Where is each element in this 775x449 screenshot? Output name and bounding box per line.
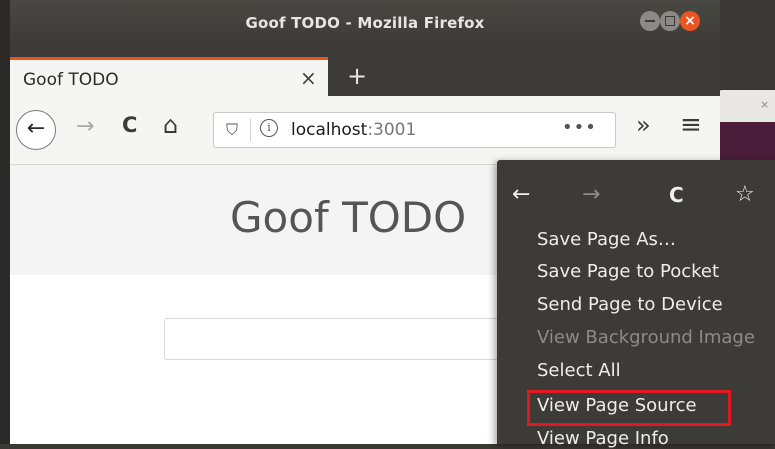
menu-item-save-to-pocket[interactable]: Save Page to Pocket	[537, 261, 719, 282]
home-button[interactable]: ⌂	[163, 111, 178, 139]
menu-item-view-background-image: View Background Image	[537, 327, 755, 348]
url-host: localhost	[291, 120, 368, 140]
title-bar[interactable]: Goof TODO - Mozilla Firefox ×	[10, 0, 720, 44]
context-bookmark-star-icon[interactable]: ☆	[735, 182, 755, 207]
tracking-protection-shield-icon[interactable]: ⛉	[226, 120, 238, 140]
minimize-button[interactable]	[640, 11, 660, 31]
hamburger-menu-button[interactable]: ≡	[680, 110, 702, 140]
overflow-menu-button[interactable]: »	[636, 111, 651, 139]
tab-label: Goof TODO	[23, 70, 119, 90]
view-page-source-highlight	[527, 390, 731, 426]
page-actions-menu-icon[interactable]: •••	[562, 117, 597, 138]
menu-item-send-to-device[interactable]: Send Page to Device	[537, 294, 723, 315]
menu-item-view-page-info[interactable]: View Page Info	[537, 428, 669, 449]
new-tab-button[interactable]: +	[347, 62, 367, 90]
url-port: :3001	[367, 120, 417, 140]
url-bar[interactable]: ⛉ i localhost:3001 •••	[213, 112, 616, 148]
menu-item-select-all[interactable]: Select All	[537, 360, 621, 381]
tab-strip: Goof TODO × +	[10, 44, 720, 96]
navigation-toolbar: ← → C ⌂ ⛉ i localhost:3001 ••• » ≡	[10, 96, 720, 165]
context-back-icon[interactable]: ←	[512, 182, 530, 207]
window-title: Goof TODO - Mozilla Firefox	[245, 14, 485, 32]
menu-item-save-page-as[interactable]: Save Page As…	[537, 229, 676, 250]
url-bar-divider	[250, 119, 251, 141]
reload-button[interactable]: C	[122, 113, 137, 137]
context-forward-icon[interactable]: →	[582, 182, 600, 207]
maximize-button[interactable]	[660, 11, 680, 31]
tab-close-icon[interactable]: ×	[300, 66, 317, 90]
url-text[interactable]: localhost:3001	[291, 120, 416, 140]
page-title: Goof TODO	[230, 193, 467, 242]
tab-goof-todo[interactable]: Goof TODO ×	[10, 57, 328, 96]
context-reload-icon[interactable]: C	[669, 183, 684, 207]
close-window-button[interactable]: ×	[680, 11, 700, 31]
back-button[interactable]: ←	[16, 110, 56, 150]
background-tab-close-icon[interactable]: ×	[760, 98, 769, 111]
site-info-icon[interactable]: i	[260, 119, 278, 137]
forward-button[interactable]: →	[76, 114, 94, 139]
